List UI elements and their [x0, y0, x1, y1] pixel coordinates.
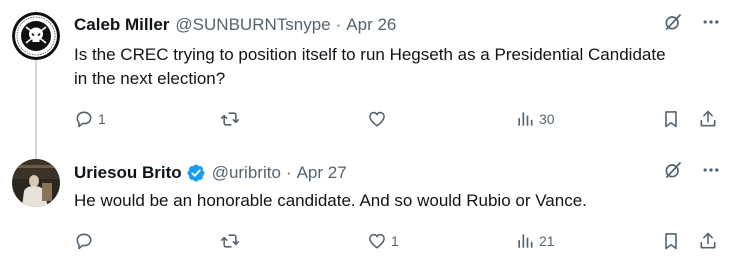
share-button[interactable] — [698, 107, 718, 131]
timestamp[interactable]: Apr 26 — [346, 15, 396, 35]
separator-dot: · — [285, 163, 292, 182]
tweet-actions: 1 30 — [74, 107, 724, 131]
tweet-2[interactable]: Uriesou Brito @uribrito · Apr 27 He woul… — [0, 148, 733, 267]
reply-button[interactable]: 1 — [74, 107, 106, 131]
views-icon — [518, 234, 533, 248]
tweet-text: He would be an honorable candidate. And … — [74, 191, 587, 210]
bookmark-button[interactable] — [661, 229, 681, 253]
tweet-header: Uriesou Brito @uribrito · Apr 27 — [74, 161, 347, 185]
repost-button[interactable] — [220, 229, 244, 253]
like-button[interactable] — [367, 107, 391, 131]
reply-button[interactable] — [74, 229, 98, 253]
tweet-top-actions — [663, 12, 721, 32]
repost-button[interactable] — [220, 107, 244, 131]
views-count: 30 — [539, 111, 555, 127]
tweet-top-actions — [663, 160, 721, 180]
like-count: 1 — [391, 233, 399, 249]
author-handle[interactable]: @SUNBURNTsnype — [175, 15, 330, 35]
grok-icon[interactable] — [663, 12, 683, 32]
like-icon — [369, 111, 385, 127]
avatar[interactable] — [12, 159, 60, 207]
reply-icon — [76, 233, 92, 250]
tweet-1[interactable]: Caleb Miller @SUNBURNTsnype · Apr 26 Is … — [0, 0, 733, 148]
separator-dot: · — [335, 15, 342, 34]
tweet-text: Is the CREC trying to position itself to… — [74, 45, 666, 88]
author-name[interactable]: Uriesou Brito — [74, 163, 182, 183]
tweet-header: Caleb Miller @SUNBURNTsnype · Apr 26 — [74, 13, 396, 37]
bookmark-button[interactable] — [661, 107, 681, 131]
more-icon[interactable] — [701, 160, 721, 180]
reply-icon — [76, 111, 92, 128]
like-button[interactable]: 1 — [367, 229, 399, 253]
views-button[interactable]: 30 — [515, 107, 555, 131]
avatar[interactable] — [12, 12, 60, 60]
bookmark-icon — [665, 233, 677, 250]
verified-badge-icon — [186, 163, 206, 183]
timestamp[interactable]: Apr 27 — [297, 163, 347, 183]
share-icon — [700, 110, 716, 127]
views-button[interactable]: 21 — [515, 229, 555, 253]
like-icon — [369, 233, 385, 249]
bookmark-icon — [665, 111, 677, 128]
views-count: 21 — [539, 233, 555, 249]
more-icon[interactable] — [701, 12, 721, 32]
views-icon — [518, 112, 533, 126]
author-name[interactable]: Caleb Miller — [74, 15, 169, 35]
grok-icon[interactable] — [663, 160, 683, 180]
reply-count: 1 — [98, 111, 106, 127]
share-icon — [700, 232, 716, 249]
author-handle[interactable]: @uribrito — [212, 163, 281, 183]
repost-icon — [220, 234, 240, 248]
tweet-actions: 1 21 — [74, 229, 724, 253]
repost-icon — [220, 112, 240, 126]
share-button[interactable] — [698, 229, 718, 253]
